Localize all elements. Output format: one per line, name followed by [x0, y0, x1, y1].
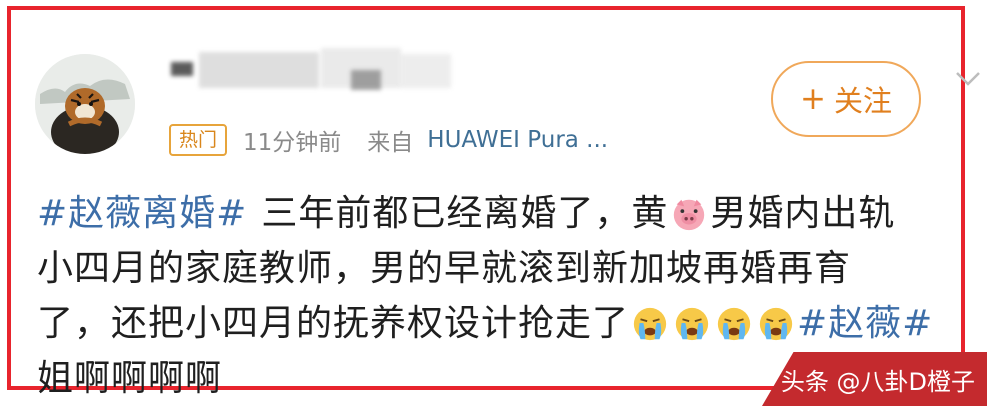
post-time: 11分钟前 — [243, 130, 342, 156]
loudly-crying-face-icon — [633, 307, 667, 340]
username-blurred[interactable] — [171, 40, 461, 100]
post-text-segment: 小四月的家庭教师，男的早就滚到新加坡再婚再育 — [37, 248, 852, 289]
source-prefix: 来自 — [367, 130, 414, 156]
loudly-crying-face-icon — [759, 307, 793, 340]
post-text-segment: 了，还把小四月的抚养权设计抢走了 — [37, 303, 630, 344]
loudly-crying-face-icon — [717, 307, 751, 340]
plus-icon: + — [800, 81, 826, 117]
hashtag-link[interactable]: #赵薇离婚# — [37, 186, 247, 241]
tiger-avatar-icon — [35, 54, 135, 154]
follow-label: 关注 — [833, 84, 892, 118]
post-line-1: #赵薇离婚# 三年前都已经离婚了，黄 男婚内出轨 — [37, 186, 977, 241]
pig-face-icon — [674, 199, 705, 230]
chevron-down-icon[interactable] — [953, 68, 983, 90]
avatar[interactable] — [35, 54, 135, 154]
post-card: 热门 11分钟前 来自 HUAWEI Pura ... + 关注 #赵薇离婚# … — [7, 6, 980, 399]
hashtag-link[interactable]: #赵薇# — [797, 296, 933, 351]
loudly-crying-face-icon — [675, 307, 709, 340]
post-line-3: 了，还把小四月的抚养权设计抢走了 #赵薇# — [37, 296, 977, 351]
post-text-segment: 姐啊啊啊啊 — [37, 358, 223, 399]
post-line-2: 小四月的家庭教师，男的早就滚到新加坡再婚再育 — [37, 241, 977, 296]
post-text-segment: 三年前都已经离婚了，黄 — [261, 193, 669, 234]
toutiao-watermark: 头条 @八卦D橙子 — [762, 352, 987, 406]
hot-badge: 热门 — [169, 124, 228, 156]
post-meta: 热门 11分钟前 来自 HUAWEI Pura ... — [169, 122, 608, 158]
post-text-segment: 男婚内出轨 — [710, 193, 896, 234]
follow-button[interactable]: + 关注 — [771, 61, 921, 137]
source-device[interactable]: HUAWEI Pura ... — [427, 127, 608, 153]
